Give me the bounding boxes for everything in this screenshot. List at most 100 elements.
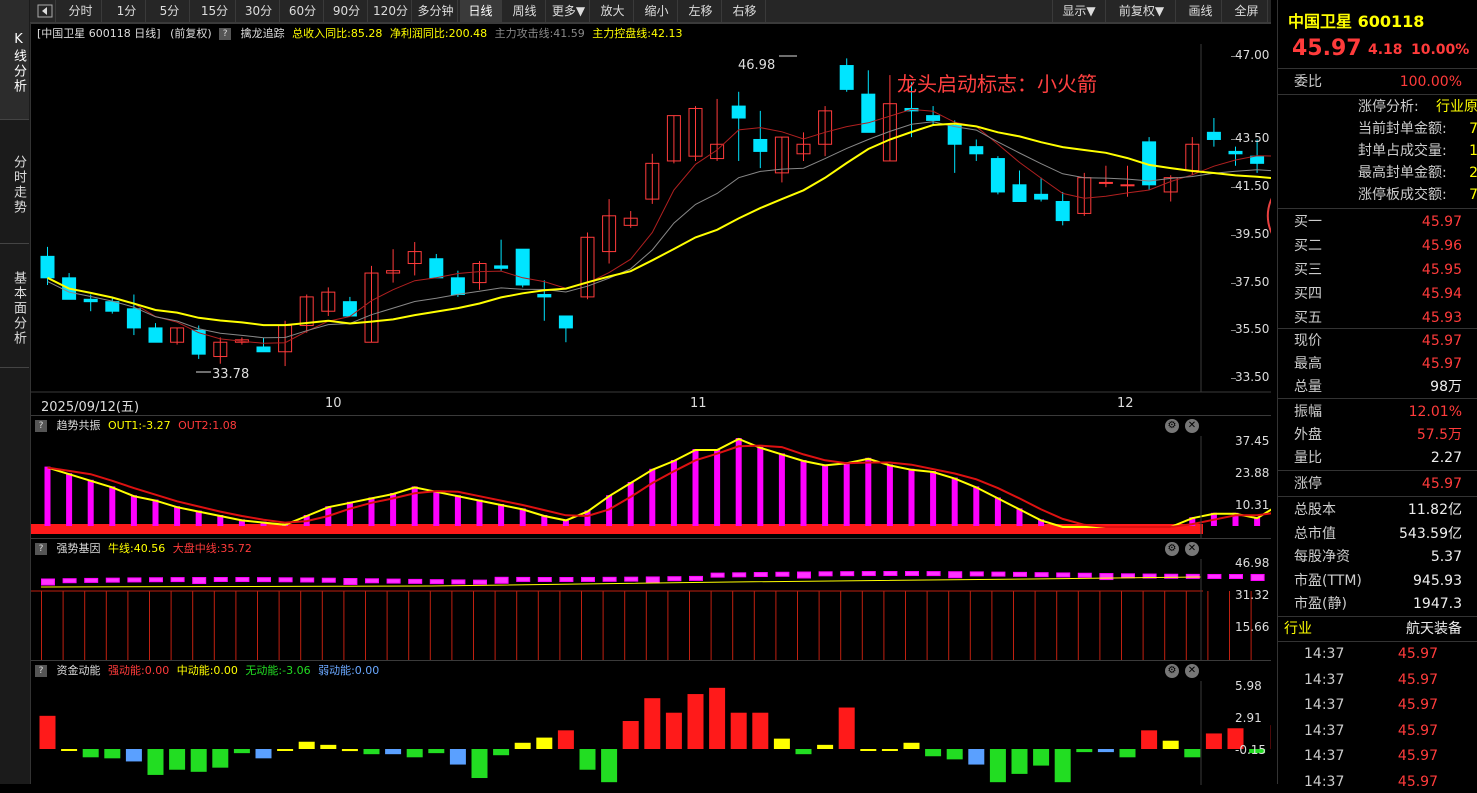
tick-row: 14:3745.97 — [1278, 745, 1477, 767]
btn-move-right[interactable]: 右移 — [724, 0, 766, 22]
momentum-bar — [364, 749, 380, 754]
trend-bar — [995, 497, 1001, 526]
gene-bar — [862, 572, 875, 576]
gene-bar — [1078, 573, 1091, 577]
industry-label: 行业 — [1284, 618, 1312, 640]
momentum-bar — [234, 749, 250, 753]
candle — [1013, 185, 1026, 202]
btn-fullscreen[interactable]: 全屏 — [1226, 0, 1268, 22]
gene-bar — [85, 578, 98, 582]
tab-kline[interactable]: K线分析 — [0, 0, 29, 120]
stock-name-code: 中国卫星 600118 — [1288, 8, 1424, 32]
gene-bar — [258, 578, 271, 582]
gene-bar — [754, 573, 767, 577]
limit-label: 涨停板成交额: — [1358, 184, 1447, 206]
bid-price: 45.93 — [1422, 307, 1462, 329]
gene-tick-label: 15.66 — [1235, 620, 1271, 634]
gene-bar — [1035, 573, 1048, 577]
gene-bar — [733, 573, 746, 577]
trend-resonance-panel[interactable]: ? 趋势共振 OUT1:-3.27 OUT2:1.08 ⚙ ✕ 37.4523.… — [31, 415, 1271, 538]
btn-weekly[interactable]: 周线 — [504, 0, 546, 22]
momentum-bar — [256, 749, 272, 758]
btn-multi-min[interactable]: 多分钟 — [414, 0, 458, 22]
momentum-bar — [407, 749, 423, 757]
momentum-bar — [1184, 749, 1200, 757]
tab-intraday[interactable]: 分时走势 — [0, 120, 29, 244]
gene-bar — [646, 577, 659, 583]
fund-row: 市盈(静)1947.3 — [1278, 593, 1477, 615]
bid-label: 买四 — [1294, 283, 1322, 305]
gene-bar — [42, 579, 55, 585]
back-arrow-icon[interactable] — [34, 0, 56, 22]
momentum-bar — [990, 749, 1006, 782]
bid-price: 45.94 — [1422, 283, 1462, 305]
btn-30min[interactable]: 30分 — [238, 0, 280, 22]
momentum-bar — [968, 749, 984, 765]
candle — [451, 278, 464, 295]
momentum-bar — [644, 698, 660, 749]
tab-fundamentals[interactable]: 基本面分析 — [0, 244, 29, 368]
trend-bar — [45, 467, 51, 526]
tick-time: 14:37 — [1304, 745, 1344, 767]
fund-value: 11.82亿 — [1408, 499, 1462, 521]
gene-bar — [452, 580, 465, 584]
btn-60min[interactable]: 60分 — [282, 0, 324, 22]
btn-adjust[interactable]: 前复权▼ — [1108, 0, 1176, 22]
momentum-bar — [1012, 749, 1028, 774]
price-tick-mark — [1231, 139, 1236, 140]
price-tick-mark — [1231, 378, 1236, 379]
gene-bar — [776, 572, 789, 576]
btn-1min[interactable]: 1分 — [108, 0, 146, 22]
limit-up-label: 涨停 — [1294, 473, 1322, 495]
momentum-tick-label: 5.98 — [1235, 679, 1271, 693]
momentum-bar — [709, 688, 725, 749]
weibi-row: 委比 100.00% — [1278, 71, 1477, 93]
btn-timeshare[interactable]: 分时 — [60, 0, 102, 22]
btn-90min[interactable]: 90分 — [326, 0, 368, 22]
momentum-bar — [1076, 749, 1092, 752]
momentum-bar — [126, 749, 142, 761]
btn-move-left[interactable]: 左移 — [680, 0, 722, 22]
tick-price: 45.97 — [1398, 694, 1438, 716]
bid-row: 买四 45.94 — [1278, 283, 1477, 305]
strong-gene-panel[interactable]: ? 强势基因 牛线:40.56 大盘中线:35.72 ⚙ ✕ 46.9831.3… — [31, 538, 1271, 661]
attack-line-grey — [48, 122, 1272, 338]
quote-value: 45.97 — [1422, 330, 1462, 352]
gene-bar — [906, 572, 919, 576]
btn-display[interactable]: 显示▼ — [1052, 0, 1106, 22]
limit-row: 涨停板成交额:7 — [1278, 184, 1477, 206]
fund-label: 总市值 — [1294, 523, 1336, 545]
momentum-bar — [515, 743, 531, 749]
btn-more[interactable]: 更多▼ — [548, 0, 590, 22]
btn-zoom-out[interactable]: 缩小 — [636, 0, 678, 22]
candle — [127, 309, 140, 328]
btn-120min[interactable]: 120分 — [370, 0, 412, 22]
gene-bar — [279, 578, 292, 582]
gene-bar — [236, 578, 249, 582]
btn-zoom-in[interactable]: 放大 — [592, 0, 634, 22]
btn-15min[interactable]: 15分 — [194, 0, 236, 22]
bid-row: 买三45.95 — [1278, 259, 1477, 281]
trend-bar — [844, 462, 850, 526]
trend-bar — [822, 464, 828, 526]
btn-daily[interactable]: 日线 — [460, 0, 502, 22]
gene-bar — [63, 579, 76, 583]
bid-row: 买五45.93 — [1278, 307, 1477, 329]
btn-draw[interactable]: 画线 — [1180, 0, 1222, 22]
btn-5min[interactable]: 5分 — [150, 0, 190, 22]
quote-label: 外盘 — [1294, 424, 1322, 446]
fund-row: 总股本11.82亿 — [1278, 499, 1477, 521]
momentum-bar — [904, 743, 920, 749]
kline-panel[interactable]: [中国卫星 600118 日线] (前复权) ? 擒龙追踪 总收入同比:85.2… — [31, 23, 1271, 416]
bid-label: 买三 — [1294, 259, 1322, 281]
tick-time: 14:37 — [1304, 720, 1344, 742]
quote-label: 量比 — [1294, 447, 1322, 469]
fund-value: 5.37 — [1431, 546, 1462, 568]
industry-value[interactable]: 航天装备 — [1406, 618, 1462, 640]
fund-momentum-panel[interactable]: ? 资金动能 强动能:0.00 中动能:0.00 无动能:-3.06 弱动能:0… — [31, 660, 1271, 785]
quote-label: 振幅 — [1294, 401, 1322, 423]
industry-row[interactable]: 行业 航天装备 — [1278, 618, 1477, 640]
momentum-bar — [1098, 749, 1114, 752]
quote-row: 量比2.27 — [1278, 447, 1477, 469]
gene-bar — [474, 580, 487, 584]
